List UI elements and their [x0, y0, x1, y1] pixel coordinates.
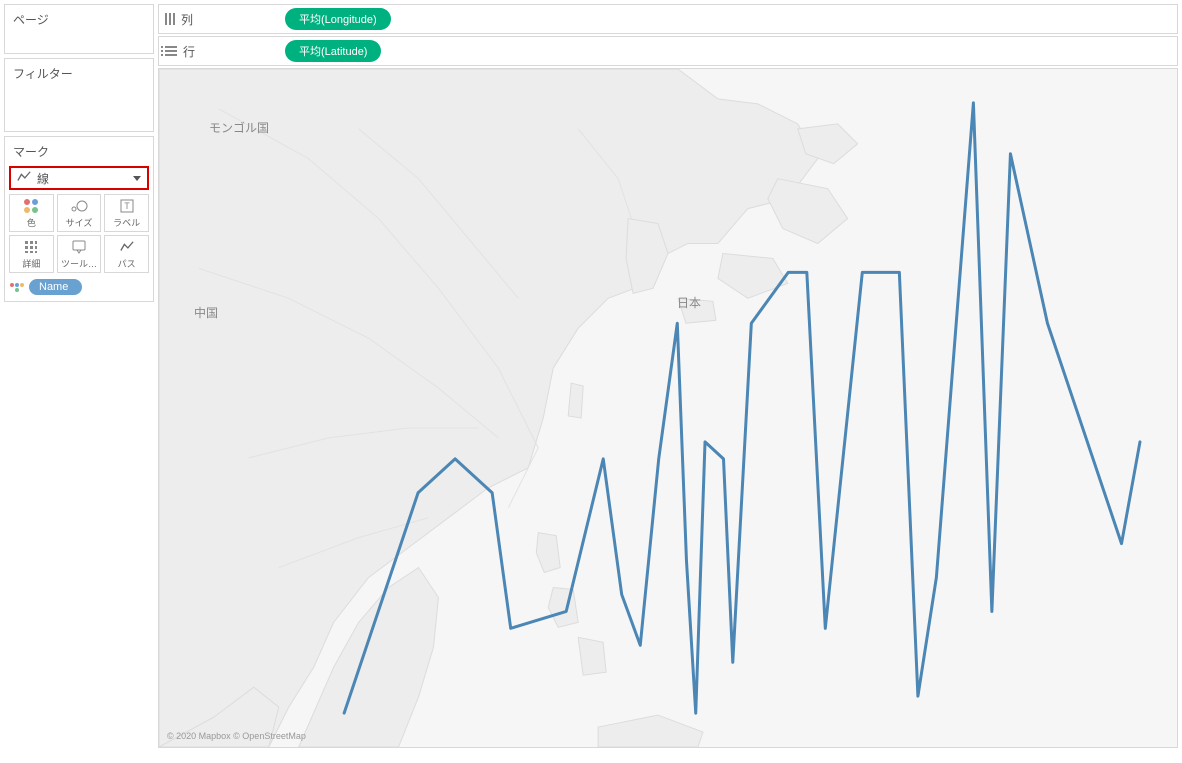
- label-icon: T: [120, 198, 134, 214]
- label-label: ラベル: [113, 216, 140, 229]
- pages-card[interactable]: ページ: [4, 4, 154, 54]
- mark-properties-grid: 色 サイズ T ラベル: [5, 194, 153, 277]
- detail-encoding-row[interactable]: Name: [5, 277, 153, 301]
- map-label-mongolia: モンゴル国: [209, 119, 269, 136]
- map-background: [159, 69, 1177, 747]
- size-button[interactable]: サイズ: [57, 194, 102, 232]
- map-label-japan: 日本: [677, 294, 701, 311]
- detail-dots-icon: [9, 283, 25, 292]
- marks-title: マーク: [5, 137, 153, 166]
- path-label: パス: [118, 257, 136, 270]
- map-attribution: © 2020 Mapbox © OpenStreetMap: [167, 731, 306, 741]
- columns-icon: [165, 13, 175, 25]
- detail-icon: [24, 239, 38, 255]
- rows-icon: [165, 46, 177, 56]
- columns-pill[interactable]: 平均(Longitude): [285, 8, 391, 30]
- tooltip-icon: [72, 239, 86, 255]
- rows-pill[interactable]: 平均(Latitude): [285, 40, 381, 62]
- map-canvas[interactable]: モンゴル国 中国 日本 © 2020 Mapbox © OpenStreetMa…: [158, 68, 1178, 748]
- filters-card[interactable]: フィルター: [4, 58, 154, 132]
- right-panel: 列 平均(Longitude) 行 平均(Latitude): [158, 4, 1178, 748]
- columns-label: 列: [181, 11, 193, 28]
- line-icon: [17, 170, 31, 187]
- left-panel: ページ フィルター マーク 線: [4, 4, 154, 748]
- detail-button[interactable]: 詳細: [9, 235, 54, 273]
- chevron-down-icon: [133, 176, 141, 181]
- pages-title: ページ: [5, 5, 153, 34]
- color-icon: [24, 198, 38, 214]
- color-button[interactable]: 色: [9, 194, 54, 232]
- filters-title: フィルター: [5, 59, 153, 88]
- tooltip-label: ツール…: [61, 257, 97, 270]
- rows-label: 行: [183, 43, 195, 60]
- path-button[interactable]: パス: [104, 235, 149, 273]
- path-icon: [120, 239, 134, 255]
- mark-type-label: 線: [37, 170, 49, 187]
- rows-shelf[interactable]: 行 平均(Latitude): [158, 36, 1178, 66]
- svg-text:T: T: [124, 201, 130, 211]
- name-pill[interactable]: Name: [29, 279, 82, 295]
- marks-card: マーク 線: [4, 136, 154, 302]
- columns-shelf[interactable]: 列 平均(Longitude): [158, 4, 1178, 34]
- tooltip-button[interactable]: ツール…: [57, 235, 102, 273]
- map-label-china: 中国: [194, 304, 218, 321]
- size-label: サイズ: [66, 216, 93, 229]
- size-icon: [70, 198, 88, 214]
- detail-label: 詳細: [22, 257, 40, 270]
- color-label: 色: [27, 216, 36, 229]
- mark-type-dropdown[interactable]: 線: [9, 166, 149, 190]
- label-button[interactable]: T ラベル: [104, 194, 149, 232]
